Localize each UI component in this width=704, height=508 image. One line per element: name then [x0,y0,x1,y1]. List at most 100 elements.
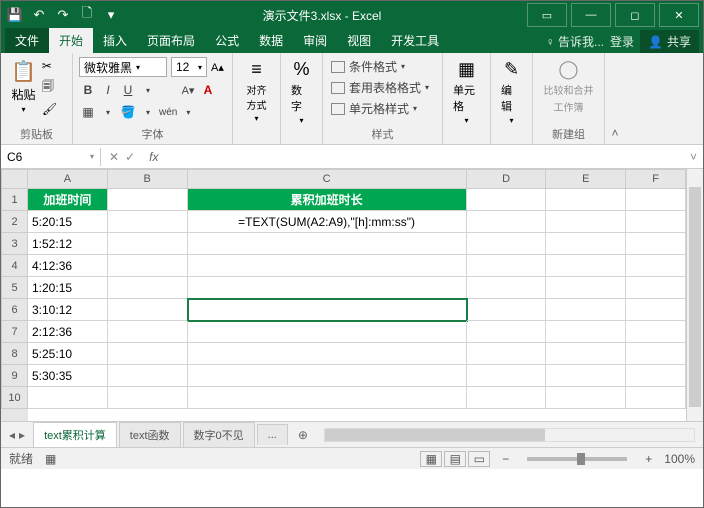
row-head[interactable]: 6 [1,299,28,321]
cell[interactable] [188,343,467,365]
cell[interactable] [546,321,626,343]
italic-button[interactable]: I [99,81,117,99]
page-break-view-icon[interactable]: ▭ [468,451,490,467]
cell[interactable] [546,255,626,277]
zoom-slider[interactable] [527,457,627,461]
cell[interactable] [108,277,188,299]
cell[interactable] [546,211,626,233]
sheet-nav-next-icon[interactable]: ▸ [19,428,25,442]
cell[interactable] [108,343,188,365]
active-cell[interactable] [188,299,467,321]
cell[interactable] [467,343,547,365]
tab-insert[interactable]: 插入 [93,28,137,53]
tab-review[interactable]: 审阅 [293,28,337,53]
cell[interactable]: 加班时间 [28,189,108,211]
cell[interactable] [108,255,188,277]
vertical-scrollbar[interactable] [686,169,703,421]
row-head[interactable]: 10 [1,387,28,409]
conditional-format-button[interactable]: 条件格式▾ [329,57,436,76]
cell[interactable] [626,387,686,409]
cell[interactable]: 1:20:15 [28,277,108,299]
phonetic-button[interactable]: wén [159,103,177,121]
cell[interactable] [467,189,547,211]
cell[interactable] [546,189,626,211]
cell[interactable] [546,343,626,365]
cell[interactable] [188,255,467,277]
save-icon[interactable]: 💾 [5,5,25,25]
cut-icon[interactable]: ✂ [42,59,57,73]
cell[interactable] [108,299,188,321]
cell[interactable] [546,277,626,299]
cells-button[interactable]: ▦ 单元格 ▾ [449,57,484,127]
scroll-thumb[interactable] [689,187,701,407]
cell[interactable] [467,277,547,299]
tab-data[interactable]: 数据 [249,28,293,53]
bold-button[interactable]: B [79,81,97,99]
cell[interactable] [626,277,686,299]
tab-home[interactable]: 开始 [49,28,93,53]
row-head[interactable]: 8 [1,343,28,365]
tab-formulas[interactable]: 公式 [205,28,249,53]
cancel-formula-icon[interactable]: ✕ [109,150,119,164]
cell[interactable]: 3:10:12 [28,299,108,321]
cell[interactable] [188,277,467,299]
cell[interactable] [626,211,686,233]
zoom-in-button[interactable]: + [645,452,652,466]
fx-icon[interactable]: fx [143,150,164,164]
qat-dropdown-icon[interactable]: ▾ [101,5,121,25]
ribbon-options-icon[interactable]: ▭ [527,3,567,27]
cell[interactable]: 4:12:36 [28,255,108,277]
sheet-nav-prev-icon[interactable]: ◂ [9,428,15,442]
table-format-button[interactable]: 套用表格格式▾ [329,78,436,97]
col-head[interactable]: E [546,169,626,189]
cell[interactable] [626,299,686,321]
tab-developer[interactable]: 开发工具 [381,28,449,53]
col-head[interactable]: A [28,169,108,189]
normal-view-icon[interactable]: ▦ [420,451,442,467]
cell[interactable] [188,321,467,343]
cell[interactable] [467,365,547,387]
add-sheet-button[interactable]: ⊕ [290,424,316,446]
cell[interactable]: 1:52:12 [28,233,108,255]
tab-layout[interactable]: 页面布局 [137,28,205,53]
cell-styles-button[interactable]: 单元格样式▾ [329,99,436,118]
row-head[interactable]: 2 [1,211,28,233]
cell[interactable] [626,321,686,343]
cell[interactable] [626,255,686,277]
zoom-out-button[interactable]: − [502,452,509,466]
cell[interactable] [188,365,467,387]
sheet-tab-active[interactable]: text累积计算 [33,422,117,447]
row-head[interactable]: 4 [1,255,28,277]
copy-icon[interactable]: 🗐 [42,77,57,98]
cell[interactable] [108,365,188,387]
font-color-button[interactable]: A [199,81,217,99]
undo-icon[interactable]: ↶ [29,5,49,25]
collapse-ribbon-icon[interactable]: ˄ [605,53,625,144]
col-head[interactable]: F [626,169,686,189]
scroll-thumb[interactable] [325,429,545,441]
macro-record-icon[interactable]: ▦ [45,452,56,466]
cell[interactable] [546,299,626,321]
cell[interactable] [108,387,188,409]
cell[interactable] [546,365,626,387]
name-box[interactable]: C6▾ [1,148,101,166]
cell[interactable] [626,365,686,387]
select-all-corner[interactable] [1,169,28,189]
horizontal-scrollbar[interactable] [324,428,695,442]
cell[interactable] [626,189,686,211]
new-icon[interactable]: 🗋 [77,5,97,25]
tell-me[interactable]: ♀ 告诉我... [546,33,604,50]
redo-icon[interactable]: ↷ [53,5,73,25]
grow-font-icon[interactable]: A▴ [211,61,224,74]
fill-color-button[interactable]: 🪣 [119,103,137,121]
col-head[interactable]: D [467,169,547,189]
row-head[interactable]: 5 [1,277,28,299]
enter-formula-icon[interactable]: ✓ [125,150,135,164]
paste-button[interactable]: 📋 粘贴 ▾ [7,57,40,116]
zoom-level[interactable]: 100% [664,452,695,466]
formula-bar[interactable] [164,155,684,159]
maximize-button[interactable]: ◻ [615,3,655,27]
cell[interactable] [108,211,188,233]
cell[interactable] [188,233,467,255]
format-painter-icon[interactable]: 🖌 [42,102,57,116]
